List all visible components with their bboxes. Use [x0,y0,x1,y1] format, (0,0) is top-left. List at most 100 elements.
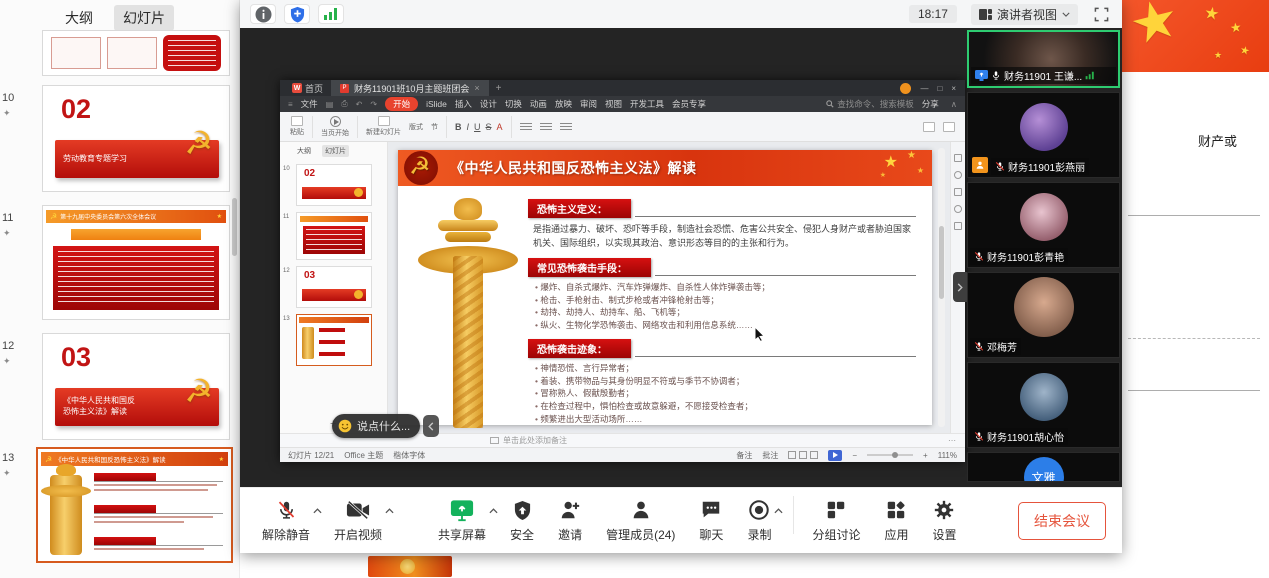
wps-search[interactable]: 查找命令、搜索模板 [826,98,914,110]
play-from-current-button[interactable]: 当页开始 [321,116,349,138]
select-icon[interactable] [943,122,955,132]
menu-review[interactable]: 审阅 [580,98,597,110]
tab-close-icon[interactable]: × [474,83,479,93]
italic-button[interactable]: I [467,122,470,132]
new-slide-button[interactable]: 新建幻灯片 [366,116,401,137]
align-left-button[interactable] [520,123,532,130]
zoom-minus[interactable]: − [852,451,857,460]
notes-toggle[interactable]: 备注 [736,450,752,461]
wps-tab-slides[interactable]: 幻灯片 [322,145,349,157]
share-screen-button[interactable]: 共享屏幕 [432,498,492,543]
more-icon[interactable]: ⋯ [948,436,957,445]
editor-scrollbar[interactable] [938,148,945,427]
slideshow-play-button[interactable] [828,450,842,461]
menu-devtools[interactable]: 开发工具 [630,98,664,110]
sorter-view-icon[interactable] [799,451,807,459]
menu-design[interactable]: 设计 [480,98,497,110]
breakout-rooms-button[interactable]: 分组讨论 [806,498,866,543]
apps-button[interactable]: 应用 [878,498,914,543]
participants-collapse-handle[interactable] [953,272,967,302]
chat-collapse-button[interactable] [423,415,439,437]
slide-thumb-13-selected[interactable]: ☭ 《中华人民共和国反恐怖主义法》解读 ★ [36,447,233,563]
network-quality-button[interactable] [318,4,344,24]
normal-view-icon[interactable] [788,451,796,459]
save-icon[interactable]: ▤ [326,100,334,109]
zoom-knob[interactable] [892,452,898,458]
tab-outline[interactable]: 大纲 [56,5,102,31]
close-icon[interactable]: × [951,84,956,93]
menu-view[interactable]: 视图 [605,98,622,110]
unmute-button[interactable]: 解除静音 [256,498,316,543]
ribbon-collapse-icon[interactable]: ∧ [951,99,957,110]
minimize-icon[interactable]: — [920,84,928,93]
wps-mini-thumb-10[interactable]: 02 [296,164,372,206]
chevron-up-icon[interactable] [385,503,394,517]
participant-tile[interactable]: 财务11901彭青艳 [967,182,1120,268]
wps-mini-thumb-12[interactable]: 03 [296,266,372,308]
font-color-button[interactable]: A [497,122,503,132]
wps-document-tab[interactable]: P 财务11901班10月主题班团会 × [331,80,489,96]
undo-icon[interactable]: ↶ [356,100,363,109]
layout-button[interactable]: 版式 [409,122,423,132]
participant-tile[interactable]: 财务11901胡心怡 [967,362,1120,448]
security-button[interactable]: 安全 [504,498,540,543]
view-mode-button[interactable]: 演讲者视图 [971,4,1078,25]
wps-account-avatar[interactable] [900,83,911,94]
participant-tile[interactable]: 财务11901彭燕丽 [967,92,1120,178]
zoom-slider[interactable] [867,454,913,456]
maximize-icon[interactable]: □ [937,84,942,93]
help-icon[interactable] [954,205,962,213]
strike-button[interactable]: S [486,122,492,132]
share-button[interactable]: 分享 [922,98,939,110]
bullet-list-button[interactable] [560,123,572,130]
slide-thumb-9-partial[interactable] [42,30,230,76]
section-button[interactable]: 节 [431,122,438,132]
fullscreen-button[interactable] [1090,4,1112,24]
participant-tile[interactable]: 邓梅芳 [967,272,1120,358]
slide-thumb-10[interactable]: 02 劳动教育专题学习 ☭ [42,85,230,192]
find-replace-icon[interactable] [923,122,935,132]
menu-home-active[interactable]: 开始 [385,97,418,111]
scrollbar-thumb[interactable] [939,226,944,299]
menu-member[interactable]: 会员专享 [672,98,706,110]
meeting-info-button[interactable] [250,4,276,24]
zoom-plus[interactable]: + [923,451,928,460]
manage-members-button[interactable]: 管理成员(24) [600,498,681,543]
print-icon[interactable]: ⎙ [341,99,347,109]
wps-home-tab[interactable]: W 首页 [284,80,331,96]
menu-slideshow[interactable]: 放映 [555,98,572,110]
hamburger-icon[interactable]: ≡ [288,100,293,109]
end-meeting-button[interactable]: 结束会议 [1018,502,1106,540]
material-icon[interactable] [954,188,962,196]
assistant-icon[interactable] [954,171,962,179]
wps-mini-thumb-11[interactable] [296,212,372,260]
chevron-up-icon[interactable] [489,503,498,517]
chevron-up-icon[interactable] [313,503,322,517]
new-tab-button[interactable]: + [496,83,502,94]
properties-icon[interactable] [954,154,962,162]
chevron-up-icon[interactable] [774,503,783,517]
participant-tile-active-speaker[interactable]: 财务11901 王谦... [967,30,1120,88]
invite-button[interactable]: 邀请 [552,498,588,543]
reading-view-icon[interactable] [810,451,818,459]
record-button[interactable]: 录制 [741,498,777,543]
start-video-button[interactable]: 开启视频 [328,498,388,543]
participant-tile-partial[interactable]: 文雅 [967,452,1120,482]
tab-slides[interactable]: 幻灯片 [114,5,174,31]
slide-thumb-11[interactable]: ☭ 第十九届中央委员会第六次全体会议 ★ [42,205,230,320]
current-slide[interactable]: ☭ 《中华人民共和国反恐怖主义法》解读 ★ ★ ★ ★ [398,150,932,425]
meeting-protection-button[interactable] [284,4,310,24]
align-center-button[interactable] [540,123,552,130]
chat-button[interactable]: 聊天 [693,498,729,543]
wps-mini-thumb-13-selected[interactable] [296,314,372,366]
menu-islide[interactable]: iSlide [426,99,447,109]
panel-scrollbar[interactable] [232,198,237,256]
redo-icon[interactable]: ↷ [370,100,377,109]
slide-thumb-12[interactable]: 03 《中华人民共和国反 恐怖主义法》解读 ☭ [42,333,230,440]
menu-transition[interactable]: 切换 [505,98,522,110]
settings-button[interactable]: 设置 [926,498,962,543]
underline-button[interactable]: U [474,122,481,132]
chat-input-bubble[interactable]: 说点什么... [332,414,420,438]
menu-insert[interactable]: 插入 [455,98,472,110]
wps-tab-outline[interactable]: 大纲 [294,145,314,157]
